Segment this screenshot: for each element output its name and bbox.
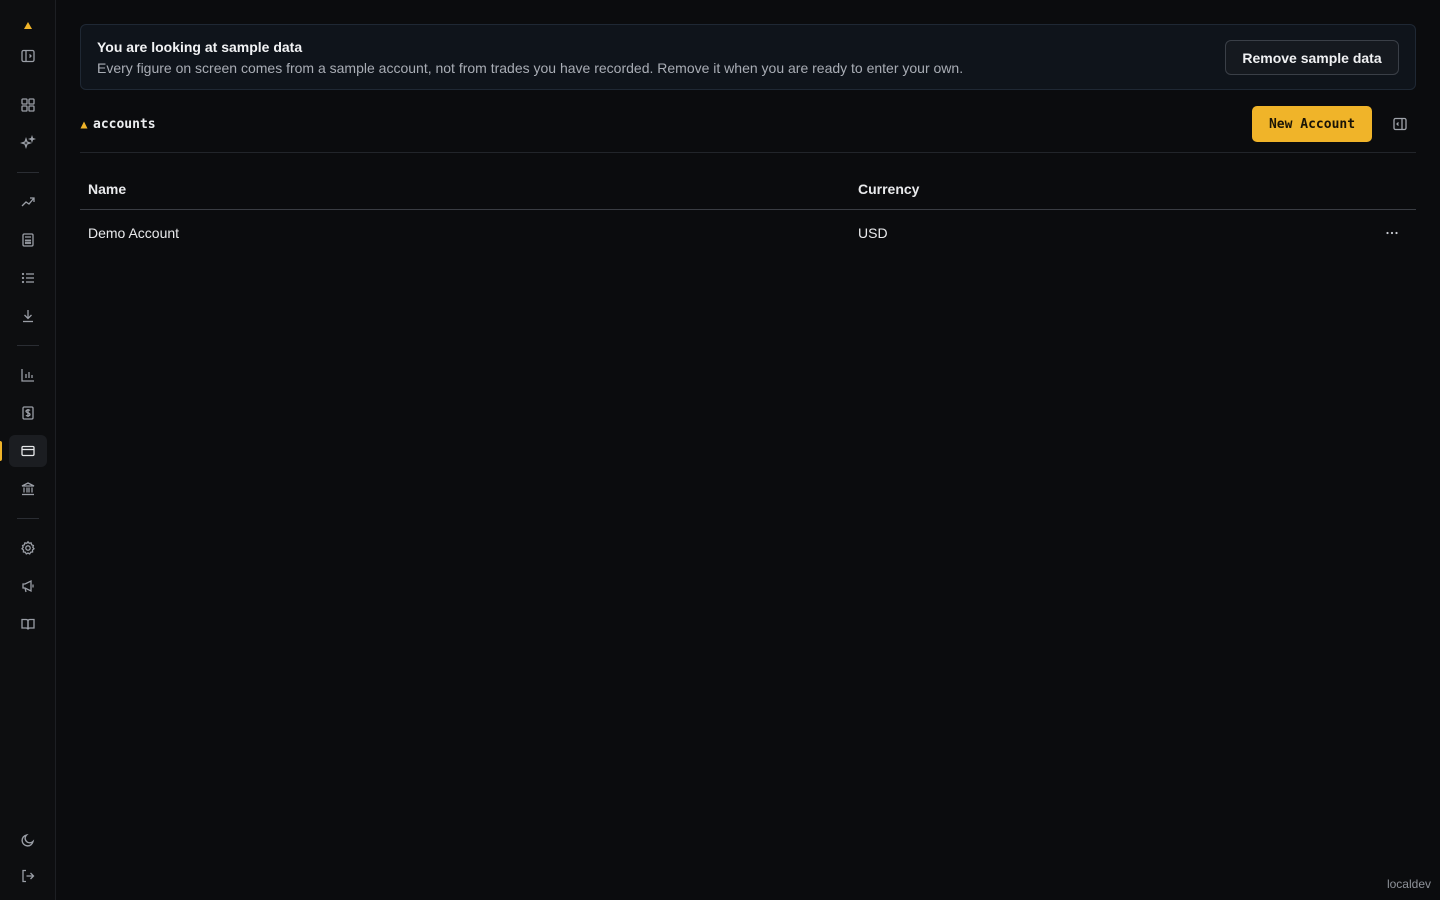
bar-chart-icon — [21, 369, 34, 382]
triangle-logo-icon — [80, 121, 88, 128]
column-header-currency[interactable]: Currency — [858, 181, 919, 197]
breadcrumb: accounts — [80, 117, 156, 132]
banner-title: You are looking at sample data — [97, 39, 303, 55]
new-account-button[interactable]: New Account — [1252, 106, 1372, 142]
sidebar-item-performance[interactable] — [9, 186, 47, 218]
settings-icon — [21, 540, 35, 555]
bank-icon — [21, 482, 35, 496]
sidebar-item-trades[interactable] — [9, 262, 47, 294]
account-name-cell[interactable]: Demo Account — [88, 225, 179, 241]
row-actions-button[interactable] — [1382, 223, 1402, 243]
column-header-name[interactable]: Name — [88, 181, 126, 197]
credit-card-icon — [21, 445, 35, 457]
sparkles-icon — [20, 135, 36, 150]
accounts-table: Name Currency Demo Account USD — [80, 170, 1416, 258]
logout-button[interactable] — [9, 860, 47, 892]
triangle-logo-icon[interactable] — [22, 19, 34, 31]
sidebar-divider — [17, 518, 39, 519]
sidebar-item-docs[interactable] — [9, 608, 47, 640]
logout-icon — [22, 869, 35, 883]
sidebar-item-calculator[interactable] — [9, 224, 47, 256]
download-icon — [23, 310, 33, 323]
table-row[interactable]: Demo Account USD — [80, 210, 1416, 258]
sidebar-item-settings[interactable] — [9, 532, 47, 564]
sidebar-item-reports[interactable] — [9, 359, 47, 391]
account-currency-cell: USD — [858, 225, 888, 241]
sidebar-item-dashboard[interactable] — [9, 89, 47, 121]
panel-right-icon — [1393, 117, 1407, 131]
sidebar-divider — [17, 345, 39, 346]
moon-icon — [21, 833, 35, 847]
dashboard-grid-icon — [21, 98, 35, 112]
panel-icon — [21, 49, 35, 63]
table-header: Name Currency — [80, 170, 1416, 210]
remove-sample-data-button[interactable]: Remove sample data — [1225, 40, 1399, 75]
sidebar-item-brokers[interactable] — [9, 473, 47, 505]
banner-text: Every figure on screen comes from a samp… — [97, 60, 964, 76]
sidebar-item-announcements[interactable] — [9, 570, 47, 602]
sidebar-item-insights[interactable] — [9, 127, 47, 159]
page-header: accounts New Account — [80, 106, 1416, 153]
trending-up-icon — [21, 197, 35, 207]
dollar-icon — [22, 406, 34, 420]
sidebar-item-import[interactable] — [9, 300, 47, 332]
more-horizontal-icon — [1386, 231, 1398, 235]
page-title: accounts — [93, 117, 156, 132]
book-icon — [21, 618, 35, 630]
sidebar-divider — [17, 172, 39, 173]
active-indicator — [0, 441, 2, 461]
sidebar — [0, 0, 56, 900]
toggle-panel-button[interactable] — [1390, 115, 1410, 133]
calculator-icon — [22, 233, 34, 247]
megaphone-icon — [22, 579, 34, 593]
list-icon — [21, 272, 34, 284]
toggle-sidebar-button[interactable] — [9, 40, 47, 72]
environment-label: localdev — [1386, 877, 1431, 891]
sidebar-item-billing[interactable] — [9, 397, 47, 429]
theme-toggle-button[interactable] — [9, 824, 47, 856]
sidebar-item-accounts[interactable] — [9, 435, 47, 467]
sample-data-banner: You are looking at sample data Every fig… — [80, 24, 1416, 90]
